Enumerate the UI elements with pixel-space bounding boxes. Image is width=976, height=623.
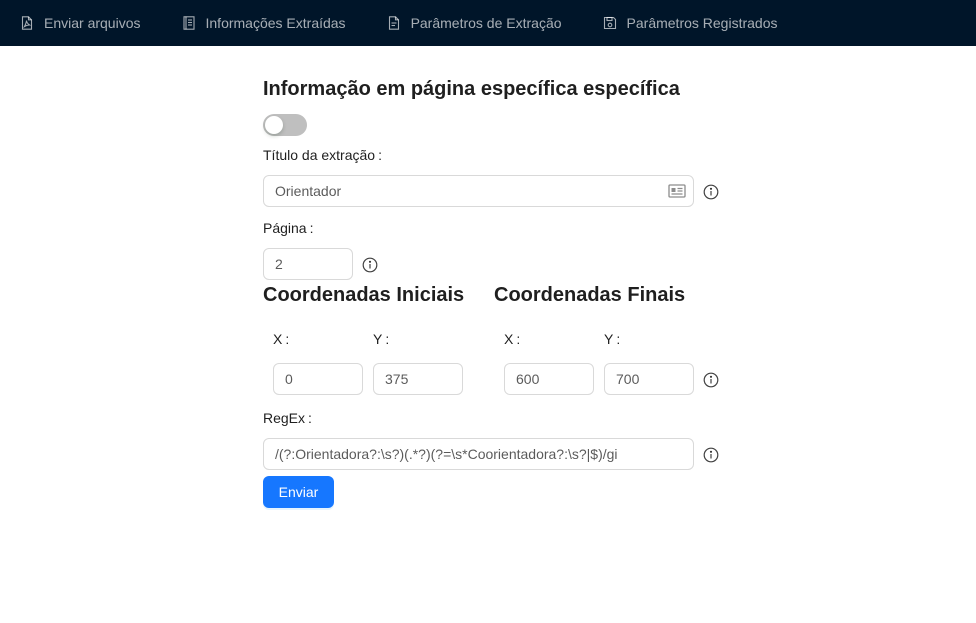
titulo-input[interactable]: Orientador: [263, 175, 694, 207]
file-pdf-icon: [21, 16, 33, 30]
nav-item-informacoes-extraidas[interactable]: Informações Extraídas: [182, 15, 346, 31]
titulo-info-icon[interactable]: [703, 184, 719, 200]
regex-label-text: RegEx: [263, 410, 306, 426]
y-final-value: 700: [616, 371, 640, 387]
nav-item-enviar-arquivos[interactable]: Enviar arquivos: [20, 15, 141, 31]
titulo-label: Título da extração:: [263, 147, 382, 163]
titulo-label-text: Título da extração: [263, 147, 376, 163]
y-inicial-input[interactable]: 375: [373, 363, 463, 395]
pagina-label-text: Página: [263, 220, 307, 236]
regex-input-value: /(?:Orientadora?:\s?)(.*?)(?=\s*Coorient…: [275, 446, 618, 462]
toggle-knob: [265, 116, 283, 134]
form-title: Informação em página específica específi…: [263, 78, 680, 100]
x-inicial-value: 0: [285, 371, 293, 387]
nav-item-label: Enviar arquivos: [44, 15, 141, 31]
pagina-info-icon[interactable]: [362, 257, 378, 273]
nav-item-label: Informações Extraídas: [205, 15, 346, 31]
x-inicial-label: X:: [273, 331, 290, 347]
file-text-icon: [388, 16, 399, 30]
x-final-value: 600: [516, 371, 540, 387]
id-card-icon: [668, 184, 686, 198]
book-icon: [182, 16, 195, 30]
coordenadas-iniciais-title: Coordenadas Iniciais: [263, 284, 465, 306]
y-inicial-label: Y:: [373, 331, 390, 347]
nav-item-parametros-extracao[interactable]: Parâmetros de Extração: [387, 15, 562, 31]
coordenadas-info-icon[interactable]: [703, 372, 719, 388]
coordenadas-finais-title: Coordenadas Finais: [494, 284, 686, 306]
regex-info-icon[interactable]: [703, 447, 719, 463]
nav-item-label: Parâmetros Registrados: [626, 15, 778, 31]
y-inicial-value: 375: [385, 371, 409, 387]
save-icon: [603, 16, 616, 30]
y-inicial-label-text: Y: [373, 331, 383, 347]
titulo-input-value: Orientador: [275, 183, 342, 199]
nav-item-label: Parâmetros de Extração: [410, 15, 562, 31]
regex-input[interactable]: /(?:Orientadora?:\s?)(.*?)(?=\s*Coorient…: [263, 438, 694, 470]
top-navbar: Enviar arquivos Informações Extraídas Pa…: [0, 0, 976, 46]
regex-label: RegEx:: [263, 410, 312, 426]
nav-item-parametros-registrados[interactable]: Parâmetros Registrados: [603, 15, 778, 31]
pagina-input-value: 2: [275, 256, 283, 272]
y-final-input[interactable]: 700: [604, 363, 694, 395]
x-final-label: X:: [504, 331, 521, 347]
y-final-label: Y:: [604, 331, 621, 347]
x-inicial-label-text: X: [273, 331, 283, 347]
x-final-input[interactable]: 600: [504, 363, 594, 395]
y-final-label-text: Y: [604, 331, 614, 347]
specific-page-toggle[interactable]: [263, 114, 307, 136]
pagina-label: Página:: [263, 220, 314, 236]
enviar-button[interactable]: Enviar: [263, 476, 334, 508]
x-inicial-input[interactable]: 0: [273, 363, 363, 395]
pagina-input[interactable]: 2: [263, 248, 353, 280]
x-final-label-text: X: [504, 331, 514, 347]
